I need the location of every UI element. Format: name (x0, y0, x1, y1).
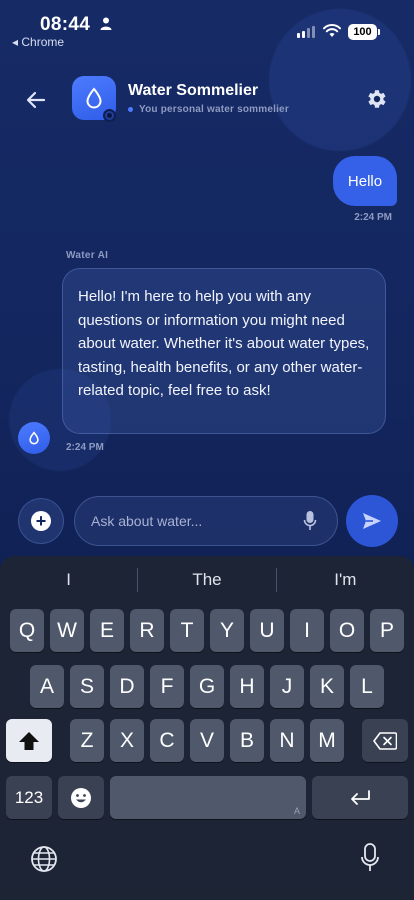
water-drop-icon (29, 431, 39, 445)
signal-icon (297, 26, 315, 38)
key[interactable]: O (330, 609, 364, 652)
suggestion-item[interactable]: I (0, 570, 137, 590)
key[interactable]: X (110, 719, 144, 762)
key[interactable]: S (70, 665, 104, 708)
key[interactable]: B (230, 719, 264, 762)
return-key[interactable] (312, 776, 408, 819)
key[interactable]: E (90, 609, 124, 652)
key[interactable]: K (310, 665, 344, 708)
key[interactable]: T (170, 609, 204, 652)
gear-icon[interactable] (364, 87, 388, 111)
water-drop-icon (86, 87, 102, 109)
page-title: Water Sommelier (128, 82, 259, 99)
key[interactable]: W (50, 609, 84, 652)
space-key-hint: A (293, 806, 300, 816)
message-input[interactable] (91, 497, 291, 545)
arrow-left-icon[interactable] (22, 86, 50, 114)
ai-sender-name: Water AI (66, 250, 109, 261)
battery-indicator: 100 (348, 24, 380, 40)
microphone-icon[interactable] (303, 510, 317, 532)
clock: 08:44 (40, 14, 91, 35)
send-icon (363, 513, 381, 529)
emoji-key[interactable] (58, 776, 104, 819)
delete-key[interactable] (362, 719, 408, 762)
chat-header: Water Sommelier You personal water somme… (0, 70, 414, 130)
shift-key[interactable] (6, 719, 52, 762)
globe-icon[interactable] (30, 845, 58, 873)
key[interactable]: H (230, 665, 264, 708)
key[interactable]: F (150, 665, 184, 708)
key[interactable]: D (110, 665, 144, 708)
avatar-status-dot (103, 109, 116, 122)
person-icon (100, 17, 112, 30)
key[interactable]: Q (10, 609, 44, 652)
status-bar: 08:44 ◂ Chrome 100 (0, 0, 414, 52)
key[interactable]: R (130, 609, 164, 652)
user-message-time: 2:24 PM (354, 212, 392, 223)
keyboard-row-1: Q W E R T Y U I O P (0, 609, 414, 652)
add-attachment-button[interactable]: + (18, 498, 64, 544)
ai-message-bubble: Hello! I'm here to help you with any que… (62, 268, 386, 434)
space-key[interactable]: A (110, 776, 306, 819)
keyboard-row-4: 123 A (0, 776, 414, 819)
key[interactable]: Y (210, 609, 244, 652)
key[interactable]: G (190, 665, 224, 708)
dictation-microphone-icon[interactable] (360, 843, 380, 873)
back-to-app-link[interactable]: ◂ Chrome (12, 35, 64, 49)
plus-icon: + (31, 511, 51, 531)
keyboard-row-2: A S D F G H J K L (0, 665, 414, 708)
return-icon (351, 789, 370, 805)
key[interactable]: N (270, 719, 304, 762)
numbers-key[interactable]: 123 (6, 776, 52, 819)
wifi-icon (323, 24, 341, 37)
key[interactable]: M (310, 719, 344, 762)
subtitle-row: You personal water sommelier (128, 104, 289, 115)
key[interactable]: I (290, 609, 324, 652)
send-button[interactable] (346, 495, 398, 547)
user-message-bubble: Hello (333, 156, 397, 206)
system-keyboard: I The I'm Q W E R T Y U I O P A S D F G … (0, 556, 414, 900)
key[interactable]: P (370, 609, 404, 652)
key[interactable]: Z (70, 719, 104, 762)
page-subtitle: You personal water sommelier (139, 104, 289, 115)
key[interactable]: L (350, 665, 384, 708)
key[interactable]: A (30, 665, 64, 708)
backspace-icon (373, 731, 397, 750)
suggestion-item[interactable]: The (138, 570, 275, 590)
online-indicator (128, 107, 133, 112)
key[interactable]: V (190, 719, 224, 762)
ai-message-time: 2:24 PM (66, 442, 104, 453)
key[interactable]: U (250, 609, 284, 652)
ai-avatar (18, 422, 50, 454)
key[interactable]: J (270, 665, 304, 708)
key[interactable]: C (150, 719, 184, 762)
keyboard-row-3: Z X C V B N M (0, 719, 414, 762)
suggestion-item[interactable]: I'm (277, 570, 414, 590)
emoji-icon (71, 787, 91, 808)
message-input-wrapper (74, 496, 338, 546)
shift-arrow-icon (19, 731, 39, 750)
predictive-text-bar: I The I'm (0, 556, 414, 604)
